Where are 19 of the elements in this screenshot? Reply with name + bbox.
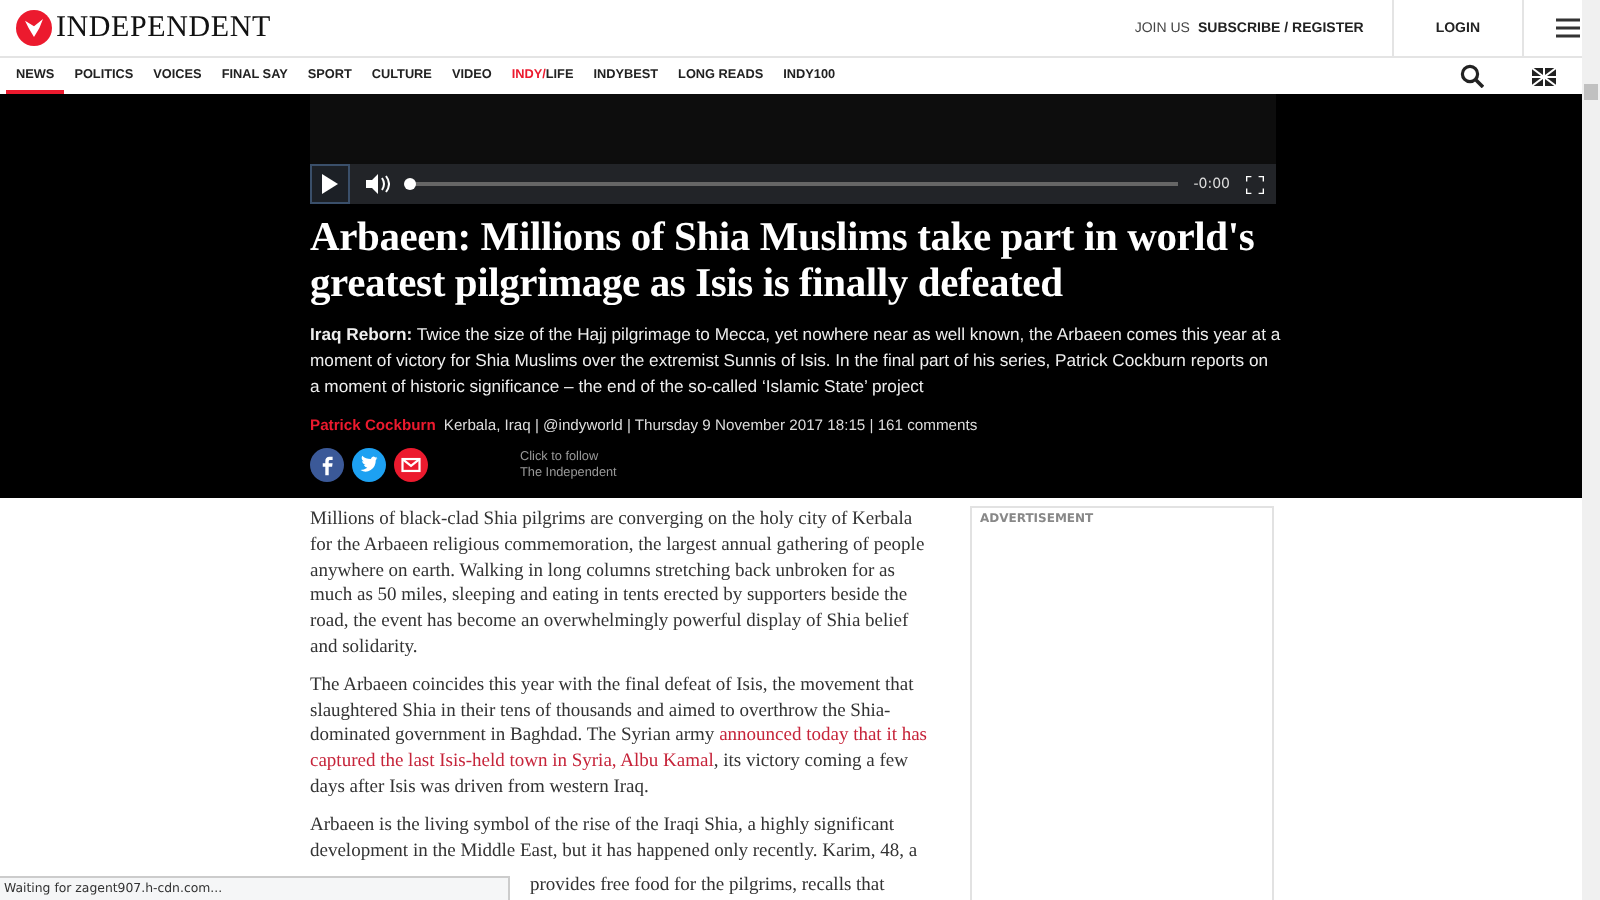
flag-icon[interactable]	[1532, 67, 1556, 85]
standfirst: Iraq Reborn: Twice the size of the Hajj pilgrimage to Mecca, yet nowhere near as well known, the Arbaeen comes this year at a moment of victory for Shia Muslims over the extremist Sunnis of Isis. In the final part of his series, Patrick Cockburn reports on a moment of historic significance – the end of the so-called ‘Islamic State’ project	[310, 322, 1282, 400]
email-icon[interactable]	[394, 448, 428, 482]
logo[interactable]: INDEPENDENT	[16, 10, 271, 46]
play-icon	[322, 174, 338, 194]
scroll-bar[interactable]	[1582, 0, 1600, 900]
article-paragraph: Arbaeen is the living symbol of the rise of the Iraqi Shia, a highly significant development in the Middle East, but it has happened only recently. Karim, 48, a	[310, 813, 918, 865]
article-link[interactable]: captured the last Isis-held town in Syria, Albu Kamal	[310, 752, 714, 773]
logo-text: INDEPENDENT	[56, 11, 271, 45]
facebook-icon[interactable]	[310, 448, 344, 482]
volume-icon[interactable]	[366, 174, 390, 194]
article-link[interactable]: announced today that it has	[719, 726, 928, 747]
progress-thumb[interactable]	[404, 178, 416, 190]
search-icon[interactable]	[1460, 64, 1484, 88]
article-title: Arbaeen: Millions of Shia Muslims take part in world's greatest pilgrimage as Isis is finally defeated	[310, 216, 1257, 308]
text-line: provides free food for the pilgrims, recalls that	[528, 876, 887, 899]
play-button[interactable]	[310, 164, 350, 204]
twitter-icon[interactable]	[352, 448, 386, 482]
fullscreen-icon[interactable]	[1246, 175, 1264, 193]
